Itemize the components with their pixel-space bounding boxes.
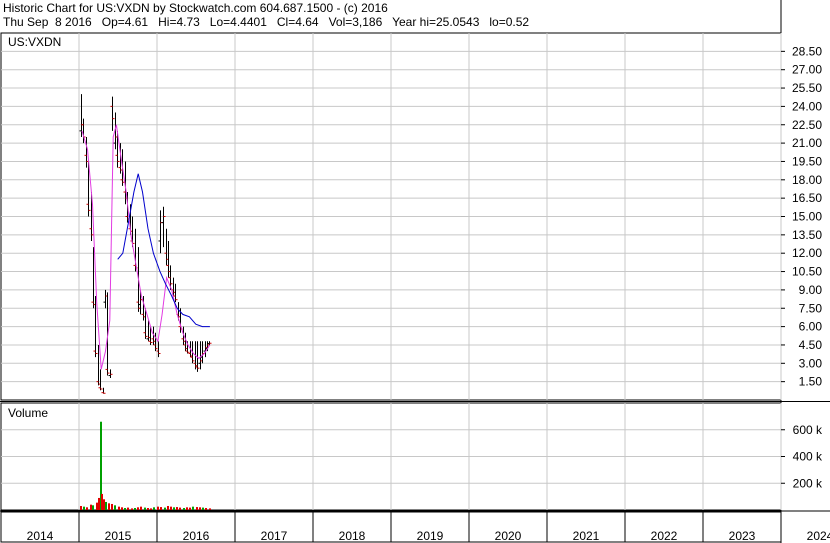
volume-bar	[167, 505, 169, 510]
volume-pane-title: Volume	[8, 406, 48, 420]
volume-bar	[144, 507, 146, 510]
y-tick-label: 28.50	[792, 44, 822, 58]
volume-bar	[83, 506, 85, 510]
volume-bar	[86, 507, 88, 510]
y-tick-label: 1.50	[799, 375, 823, 389]
y-tick-label: 24.00	[792, 99, 822, 113]
x-tick-label: 2022	[651, 529, 678, 543]
volume-bar	[96, 502, 98, 510]
y-tick-label: 13.50	[792, 228, 822, 242]
x-tick-label: 2021	[573, 529, 600, 543]
volume-bar	[103, 499, 105, 510]
volume-bar	[164, 507, 166, 510]
x-tick-label: 2024	[807, 529, 830, 543]
chart-root: Historic Chart for US:VXDN by Stockwatch…	[0, 0, 830, 543]
volume-bar	[92, 505, 94, 510]
volume-bar	[101, 493, 103, 510]
y-tick-label: 10.50	[792, 265, 822, 279]
y-tick-label: 7.50	[799, 301, 823, 315]
y-tick-label: 9.00	[799, 283, 823, 297]
volume-bar	[183, 507, 185, 510]
volume-tick-label: 200 k	[793, 476, 823, 490]
volume-bar	[80, 505, 82, 510]
volume-bar	[189, 507, 191, 510]
y-tick-label: 18.00	[792, 173, 822, 187]
volume-bar	[205, 507, 207, 510]
y-tick-label: 12.00	[792, 246, 822, 260]
volume-bar	[209, 508, 211, 510]
volume-bar	[108, 503, 110, 510]
x-tick-label: 2014	[27, 529, 54, 543]
volume-bar	[173, 507, 175, 510]
volume-bar	[153, 507, 155, 510]
volume-tick-label: 600 k	[793, 423, 823, 437]
volume-bar	[147, 507, 149, 510]
volume-bar	[196, 507, 198, 510]
volume-bar	[127, 507, 129, 510]
price-pane-title: US:VXDN	[8, 35, 61, 49]
volume-bar	[131, 508, 133, 510]
volume-bar	[150, 508, 152, 510]
volume-bar	[199, 507, 201, 510]
volume-bar	[186, 507, 188, 510]
volume-bar	[111, 503, 113, 510]
volume-tick-label: 400 k	[793, 450, 823, 464]
volume-bar	[114, 505, 116, 510]
y-tick-label: 4.50	[799, 338, 823, 352]
y-tick-label: 19.50	[792, 154, 822, 168]
volume-bar	[98, 497, 100, 510]
x-tick-label: 2015	[105, 529, 132, 543]
volume-bar	[90, 504, 92, 510]
volume-bar	[170, 506, 172, 510]
volume-bar	[105, 501, 107, 510]
volume-bar	[140, 506, 142, 510]
volume-bar	[157, 506, 159, 510]
y-tick-label: 22.50	[792, 118, 822, 132]
volume-bar	[160, 507, 162, 510]
x-tick-label: 2019	[417, 529, 444, 543]
stock-chart-svg: 2014 2015 2016 2017 2018 2019 2020 2021 2022 2023…	[0, 0, 830, 543]
volume-bar	[137, 507, 139, 510]
y-tick-label: 6.00	[799, 320, 823, 334]
volume-bar	[118, 506, 120, 510]
y-tick-label: 25.50	[792, 81, 822, 95]
y-tick-label: 27.00	[792, 63, 822, 77]
x-tick-label: 2023	[729, 529, 756, 543]
y-tick-label: 3.00	[799, 356, 823, 370]
y-tick-label: 16.50	[792, 191, 822, 205]
volume-bar	[176, 507, 178, 510]
x-tick-label: 2016	[183, 529, 210, 543]
volume-bar	[124, 507, 126, 510]
volume-bar	[192, 506, 194, 510]
y-tick-label: 21.00	[792, 136, 822, 150]
y-tick-label: 15.00	[792, 210, 822, 224]
volume-bar	[121, 507, 123, 510]
volume-bar	[179, 507, 181, 510]
x-tick-label: 2018	[339, 529, 366, 543]
volume-bar	[134, 507, 136, 510]
x-tick-label: 2020	[495, 529, 522, 543]
x-tick-label: 2017	[261, 529, 288, 543]
volume-bar	[202, 507, 204, 510]
